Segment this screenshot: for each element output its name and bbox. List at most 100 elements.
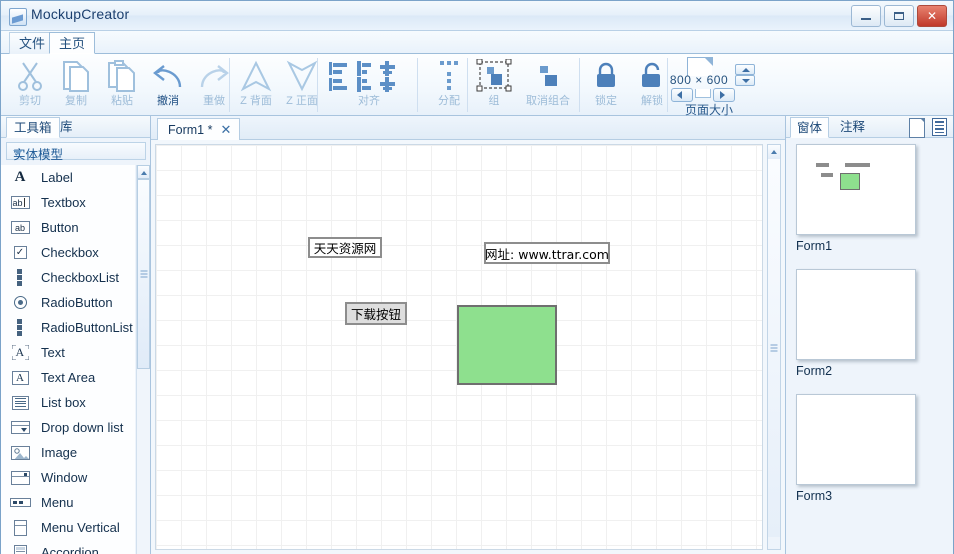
toolbox-item-label: Image: [41, 445, 78, 460]
toolbox-item-menu[interactable]: Menu: [1, 490, 135, 515]
form-thumbnail-preview[interactable]: [796, 269, 916, 360]
toolbox-item-list-box[interactable]: List box: [1, 390, 135, 415]
toolbox-item-textbox[interactable]: ab Textbox: [1, 190, 135, 215]
bring-to-front-button[interactable]: Z 正面: [279, 57, 325, 113]
toolbox-item-accordion[interactable]: Accordion: [1, 540, 135, 554]
window-icon: [9, 469, 31, 486]
toolbox-panel: 工具箱 库 实体模型 A Label ab Textbox ab Button ✓ Check…: [1, 116, 151, 554]
minimize-button[interactable]: [851, 5, 881, 27]
redo-label: 重做: [203, 95, 225, 107]
toolbox-item-checkboxlist[interactable]: CheckboxList: [1, 265, 135, 290]
group-button[interactable]: 组: [471, 57, 517, 113]
page-width-value[interactable]: 800: [670, 73, 692, 87]
undo-label: 撤消: [157, 95, 179, 107]
canvas-shape-textbox-1[interactable]: 天天资源网: [308, 237, 382, 258]
list-view-icon[interactable]: [932, 118, 947, 136]
lock-label: 锁定: [595, 95, 617, 107]
design-canvas[interactable]: 天天资源网 网址: www.ttrar.com 下载按钮: [155, 144, 763, 550]
menu-icon: [9, 494, 31, 511]
copy-button[interactable]: 复制: [53, 57, 99, 113]
copy-label: 复制: [65, 95, 87, 107]
toolbox-scroll-up-button[interactable]: [137, 165, 150, 179]
align-button[interactable]: 对齐: [323, 57, 415, 113]
new-page-icon[interactable]: [909, 118, 925, 138]
redo-icon: [191, 57, 237, 95]
page-size-separator: ×: [695, 73, 703, 87]
form-thumbnail-item[interactable]: Form2: [796, 269, 918, 378]
toolbox-item-window[interactable]: Window: [1, 465, 135, 490]
app-image-icon: [9, 8, 27, 26]
cut-button[interactable]: 剪切: [7, 57, 53, 113]
undo-button[interactable]: 撤消: [145, 57, 191, 113]
align-icon: [323, 57, 415, 95]
send-to-back-button[interactable]: Z 背面: [233, 57, 279, 113]
distribute-icon: [421, 57, 477, 95]
editor-area: Form1 * ✕ 天天资源网 网址: www.ttrar.com 下载按钮: [151, 116, 785, 554]
toolbox-item-label: Menu Vertical: [41, 520, 120, 535]
undo-icon: [145, 57, 191, 95]
canvas-scroll-up-button[interactable]: [768, 145, 780, 160]
toolbox-item-list[interactable]: A Label ab Textbox ab Button ✓ Checkbox Checkbox…: [1, 165, 135, 554]
toolbox-item-label: CheckboxList: [41, 270, 120, 285]
page-size-prev-button[interactable]: [671, 88, 693, 102]
image-icon: [9, 444, 31, 461]
canvas-scroll-thumb[interactable]: [768, 159, 780, 537]
accordion-icon: [9, 544, 31, 554]
canvas-shape-rectangle-4[interactable]: [457, 305, 557, 385]
tab-toolbox[interactable]: 工具箱: [6, 117, 60, 138]
form-thumbnail-item[interactable]: Form1: [796, 144, 918, 253]
tab-annotations[interactable]: 注释: [834, 117, 871, 138]
forms-thumbnail-list[interactable]: Form1 Form2 Form3: [786, 138, 953, 554]
mini-shape: [821, 173, 833, 177]
close-icon[interactable]: ✕: [220, 120, 231, 140]
textbox-icon: ab: [9, 194, 31, 211]
canvas-shape-label: 下载按钮: [350, 307, 401, 322]
page-size-value: 800 × 600: [661, 73, 737, 87]
group-label: 组: [488, 95, 500, 107]
page-size-group: 800 × 600 页面大小: [661, 57, 757, 117]
tab-home[interactable]: 主页: [49, 32, 96, 54]
page-size-spin-down[interactable]: [735, 75, 755, 86]
toolbox-item-label[interactable]: A Label: [1, 165, 135, 190]
toolbox-item-label: Textbox: [41, 195, 86, 210]
distribute-button[interactable]: 分配: [421, 57, 477, 113]
page-size-handle: [695, 89, 711, 98]
ungroup-button[interactable]: 取消组合: [519, 57, 577, 113]
text-area-icon: A: [9, 369, 31, 386]
grip-icon: [770, 344, 778, 352]
toolbox-item-checkbox[interactable]: ✓ Checkbox: [1, 240, 135, 265]
toolbox-item-radiobuttonlist[interactable]: RadioButtonList: [1, 315, 135, 340]
toolbox-item-image[interactable]: Image: [1, 440, 135, 465]
toolbox-item-text-area[interactable]: A Text Area: [1, 365, 135, 390]
canvas-shape-button-3[interactable]: 下载按钮: [345, 302, 407, 325]
radio-button-icon: [9, 294, 31, 311]
document-tab-form1[interactable]: Form1 * ✕: [157, 118, 241, 140]
toolbox-item-button[interactable]: ab Button: [1, 215, 135, 240]
close-button[interactable]: ✕: [917, 5, 947, 27]
page-size-spin-up[interactable]: [735, 64, 755, 75]
toolbox-item-drop-down-list[interactable]: Drop down list: [1, 415, 135, 440]
toolbox-item-text[interactable]: A Text: [1, 340, 135, 365]
page-height-value[interactable]: 600: [707, 73, 729, 87]
maximize-button[interactable]: [884, 5, 914, 27]
toolbox-item-radiobutton[interactable]: RadioButton: [1, 290, 135, 315]
tab-forms[interactable]: 窗体: [790, 117, 830, 138]
canvas-shape-textbox-2[interactable]: 网址: www.ttrar.com: [484, 242, 610, 264]
category-dropdown[interactable]: 实体模型: [6, 142, 146, 162]
ungroup-icon: [519, 57, 577, 95]
toolbox-scroll-thumb[interactable]: [137, 179, 150, 369]
lock-button[interactable]: 锁定: [583, 57, 629, 113]
redo-button[interactable]: 重做: [191, 57, 237, 113]
toolbox-scrollbar[interactable]: [136, 165, 150, 554]
toolbox-item-menu-vertical[interactable]: Menu Vertical: [1, 515, 135, 540]
chevron-down-icon: [13, 150, 23, 155]
canvas-vertical-scrollbar[interactable]: [767, 144, 781, 550]
form-thumbnail-preview[interactable]: [796, 394, 916, 485]
paste-button[interactable]: 粘贴: [99, 57, 145, 113]
page-size-next-button[interactable]: [713, 88, 735, 102]
form-thumbnail-preview[interactable]: [796, 144, 916, 235]
page-size-spinner[interactable]: [735, 64, 755, 88]
form-thumbnail-item[interactable]: Form3: [796, 394, 918, 503]
tab-library[interactable]: 库: [53, 117, 80, 138]
toolbox-item-label: Checkbox: [41, 245, 99, 260]
